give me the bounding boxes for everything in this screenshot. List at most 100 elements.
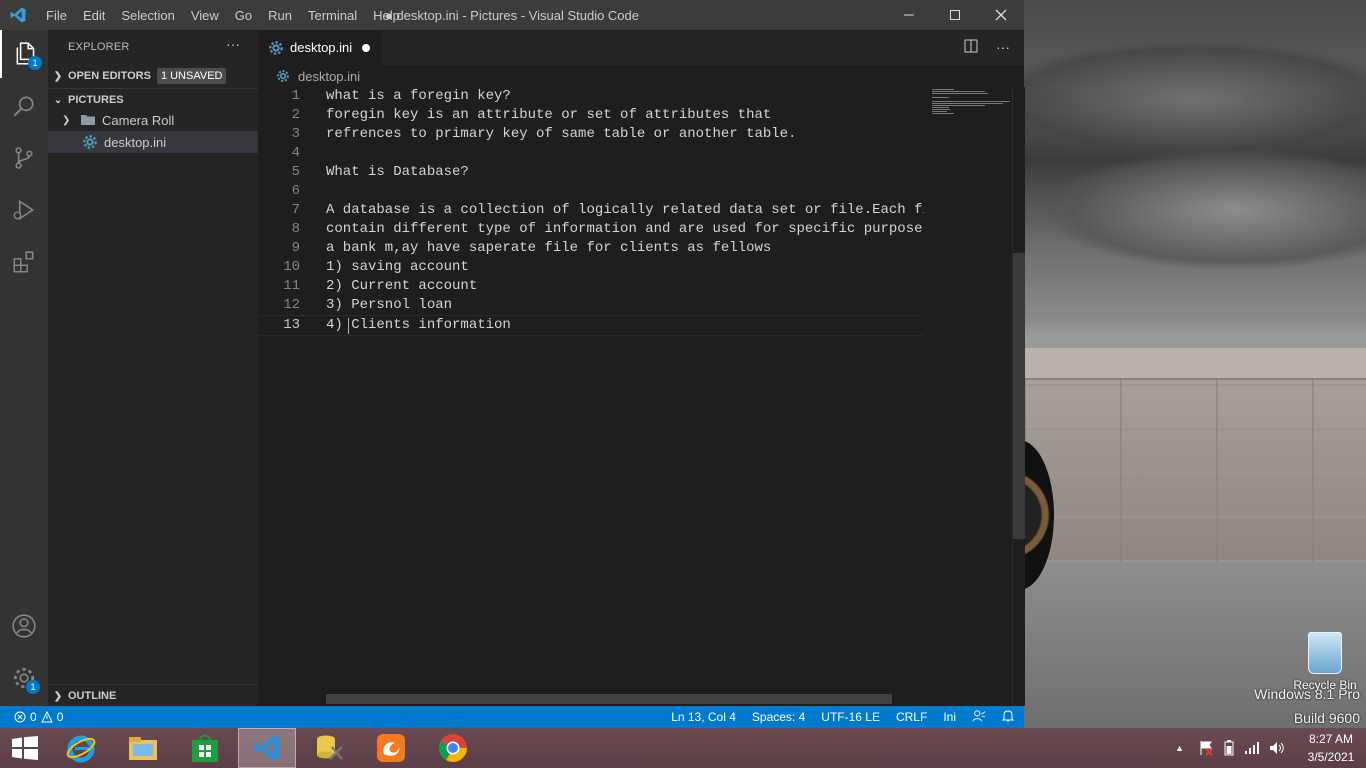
title-bar: File Edit Selection View Go Run Terminal… [0,0,1024,30]
tree-item-label: Camera Roll [102,112,175,128]
more-actions-icon[interactable]: ··· [226,36,240,52]
minimize-button[interactable] [886,0,932,30]
line-text: A database is a collection of logically … [326,202,982,218]
internet-explorer-button[interactable] [52,728,110,768]
problems-indicator[interactable]: 0 0 [0,710,63,724]
extensions-activity-button[interactable] [0,238,48,286]
wallpaper-cloud [1024,40,1366,160]
cursor-position[interactable]: Ln 13, Col 4 [671,710,736,724]
folder-label: PICTURES [68,94,124,106]
end-of-line[interactable]: CRLF [896,710,927,724]
code-line[interactable]: 4 [258,144,924,163]
line-text: What is Database? [326,164,469,180]
file-explorer-button[interactable] [114,728,172,768]
code-line[interactable]: 3 refrences to primary key of same table … [258,125,924,144]
sidebar-title: EXPLORER [68,41,130,53]
explorer-activity-button[interactable]: 1 [0,30,50,78]
code-line[interactable]: 8 contain different type of information a… [258,220,924,239]
uc-browser-button[interactable] [362,728,420,768]
outline-section[interactable]: ❯ OUTLINE [48,684,258,707]
encoding[interactable]: UTF-16 LE [821,710,880,724]
menu-selection[interactable]: Selection [113,8,182,23]
recycle-bin-icon [1308,632,1342,674]
code-line[interactable]: 1 what is a foregin key? [258,87,924,106]
menu-go[interactable]: Go [227,8,260,23]
horizontal-scrollbar[interactable] [326,694,892,704]
action-center-flag-icon[interactable] [1198,740,1214,756]
code-line[interactable]: 9 a bank m,ay have saperate file for clie… [258,239,924,258]
warning-count: 0 [56,710,64,724]
minimap[interactable] [924,87,1012,706]
code-editor[interactable]: 1 what is a foregin key? 2 foregin key is a… [258,87,982,706]
code-line[interactable]: 5 What is Database? [258,163,924,182]
bell-icon [1001,709,1015,721]
accounts-activity-button[interactable] [0,602,48,650]
split-editor-icon [964,39,978,53]
more-actions-button[interactable]: ··· [996,39,1010,56]
code-line[interactable]: 2 foregin key is an attribute or set of a… [258,106,924,125]
breadcrumb-file[interactable]: desktop.ini [298,69,360,84]
internet-explorer-icon [66,735,96,763]
wallpaper-wall-cap [1024,348,1366,380]
volume-icon[interactable] [1268,740,1286,756]
minimap-line [932,91,985,92]
minimap-line [932,111,947,112]
menu-help[interactable]: Help [365,8,408,23]
maximize-button[interactable] [932,0,978,30]
tree-item-camera-roll[interactable]: ❯ Camera Roll [48,109,258,131]
run-debug-activity-button[interactable] [0,186,48,234]
database-tool-button[interactable] [300,728,358,768]
notifications-button[interactable] [1001,709,1015,726]
menu-terminal[interactable]: Terminal [300,8,365,23]
explorer-sidebar: EXPLORER ··· ❯ OPEN EDITORS 1 UNSAVED ⌄ … [48,30,258,706]
line-number: 4 [291,145,300,161]
chrome-button[interactable] [424,728,482,768]
breadcrumb: desktop.ini [258,65,360,87]
settings-file-icon [83,135,97,149]
vertical-scrollbar[interactable] [1012,87,1025,706]
windows-watermark-line2: Build 9600 [1293,710,1360,726]
pictures-folder-section[interactable]: ⌄ PICTURES [48,88,258,111]
menu-run[interactable]: Run [260,8,300,23]
search-activity-button[interactable] [0,82,48,130]
vscode-taskbar-button[interactable] [238,728,296,768]
tab-desktop-ini[interactable]: desktop.ini [258,30,382,65]
tree-item-desktop-ini[interactable]: desktop.ini [48,131,258,153]
scrollbar-thumb[interactable] [1013,253,1025,539]
split-editor-button[interactable] [964,39,978,56]
open-editors-section[interactable]: ❯ OPEN EDITORS 1 UNSAVED [48,65,258,87]
recycle-bin-shortcut[interactable]: Recycle Bin [1290,632,1360,692]
feedback-button[interactable] [972,709,986,726]
unsaved-dot-icon[interactable] [362,43,371,52]
close-icon [995,9,1007,21]
code-line[interactable]: 10 1) saving account [258,258,924,277]
clock[interactable]: 8:27 AM 3/5/2021 [1296,730,1366,766]
code-line[interactable]: 13 4) Clients information [258,315,924,336]
minimap-line [932,107,949,108]
code-line[interactable]: 7 A database is a collection of logically… [258,201,982,220]
store-button[interactable] [176,728,234,768]
uc-browser-icon [377,734,405,762]
network-signal-icon[interactable] [1244,741,1260,755]
store-icon [192,734,218,762]
code-line[interactable]: 11 2) Current account [258,277,924,296]
code-line[interactable]: 12 3) Persnol loan [258,296,924,315]
menu-view[interactable]: View [183,8,227,23]
minimap-line [932,105,985,106]
line-number: 6 [291,183,300,199]
menu-file[interactable]: File [38,8,75,23]
code-line[interactable]: 6 [258,182,924,201]
open-editors-label: OPEN EDITORS [68,70,151,82]
close-button[interactable] [978,0,1024,30]
show-hidden-icons-button[interactable]: ▲ [1175,743,1184,753]
manage-activity-button[interactable]: 1 [0,654,48,702]
language-mode[interactable]: Ini [943,710,956,724]
line-number: 5 [291,164,300,180]
source-control-activity-button[interactable] [0,134,48,182]
start-button[interactable] [0,728,50,768]
line-text: a bank m,ay have saperate file for clien… [326,240,772,256]
indentation[interactable]: Spaces: 4 [752,710,805,724]
battery-icon[interactable] [1224,740,1234,756]
menu-edit[interactable]: Edit [75,8,113,23]
database-tools-icon [317,735,343,760]
